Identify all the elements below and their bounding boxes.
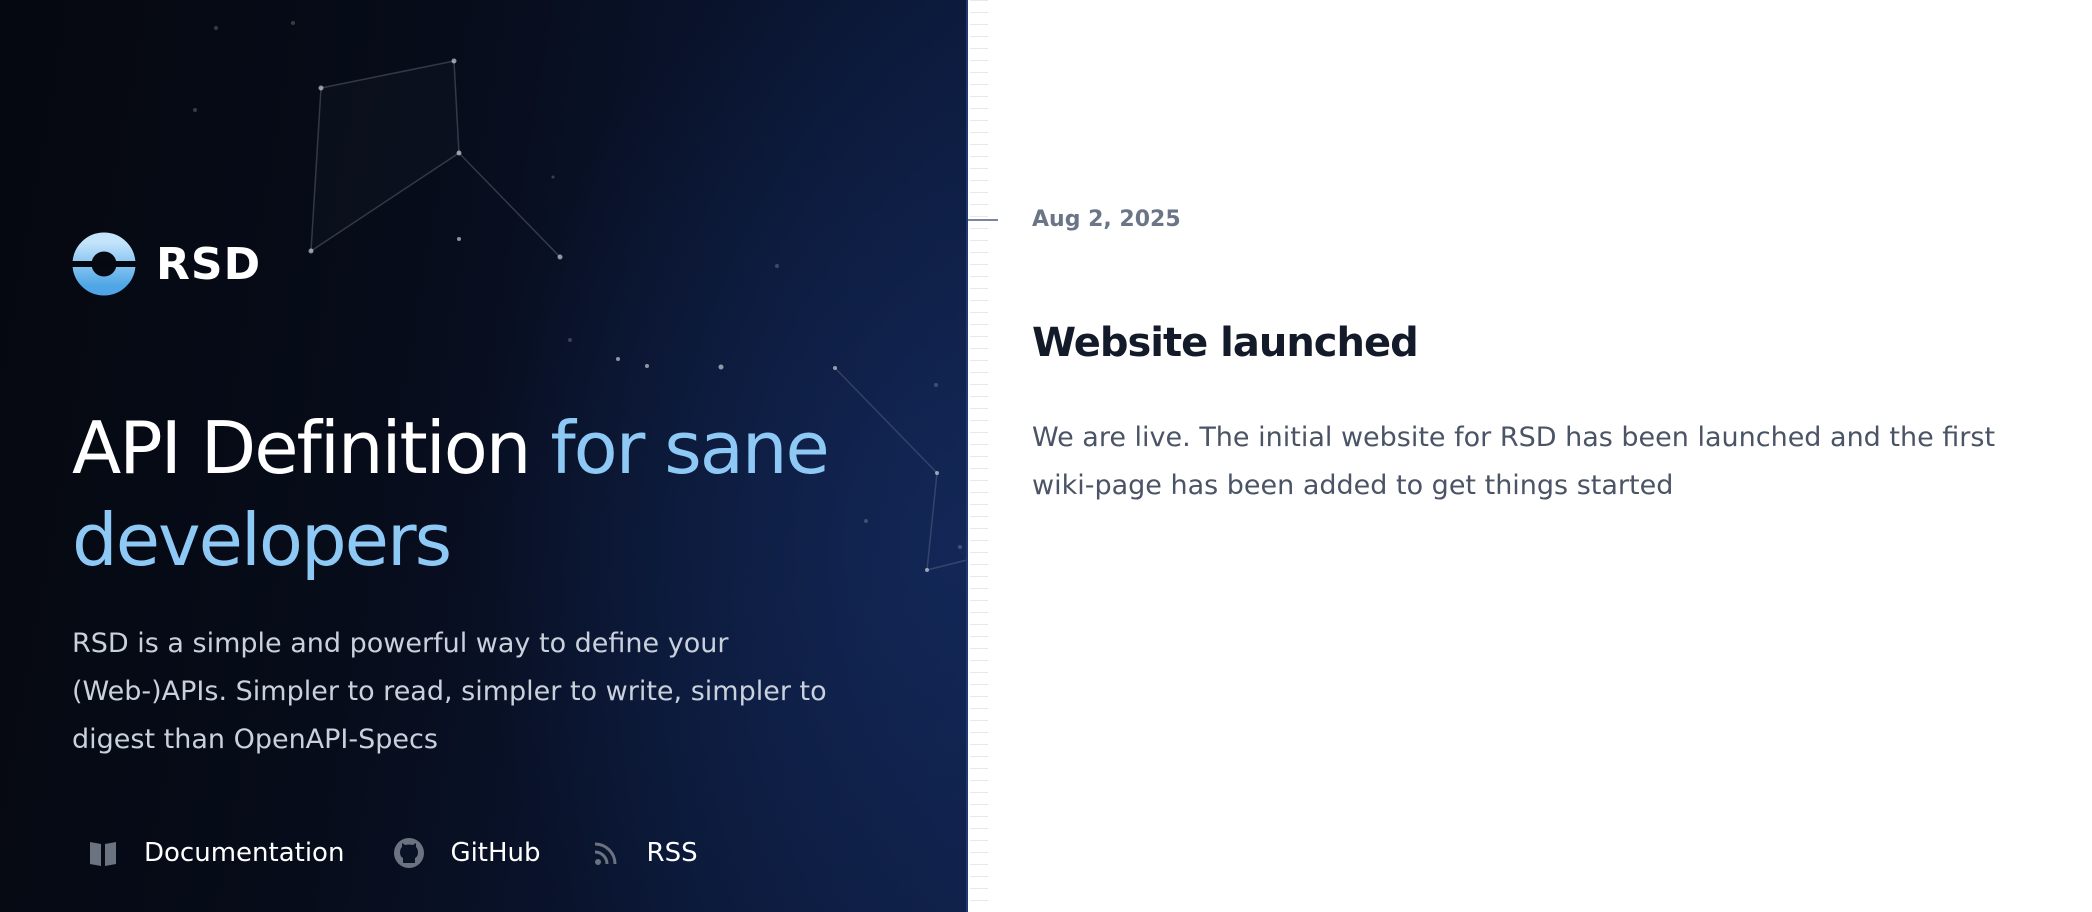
hero-description: RSD is a simple and powerful way to defi… xyxy=(72,628,827,755)
entry-date: Aug 2, 2025 xyxy=(1032,207,1181,232)
timeline-ruler xyxy=(970,0,988,912)
rsd-ring-logo-icon xyxy=(72,232,136,296)
hero-panel: RSD API Definition for sane developers R… xyxy=(0,0,967,912)
brand-name: RSD xyxy=(156,238,262,290)
page: RSD API Definition for sane developers R… xyxy=(0,0,2092,912)
github-label: GitHub xyxy=(450,838,541,868)
documentation-link[interactable]: Documentation xyxy=(86,836,344,870)
headline-main: API Definition xyxy=(72,406,531,490)
github-link[interactable]: GitHub xyxy=(392,836,541,870)
github-icon xyxy=(394,838,425,868)
entry-title: Website launched xyxy=(1032,320,1419,366)
panel-divider xyxy=(966,0,968,912)
hero-headline: API Definition for sane developers xyxy=(72,402,932,586)
hero-links: Documentation GitHub RSS xyxy=(86,836,746,870)
entry-body: We are live. The initial website for RSD… xyxy=(1032,422,1996,501)
documentation-label: Documentation xyxy=(144,838,345,868)
rss-link[interactable]: RSS xyxy=(589,836,698,870)
logo[interactable]: RSD xyxy=(72,232,261,296)
rss-label: RSS xyxy=(646,838,698,868)
book-icon xyxy=(90,842,116,866)
timeline-marker xyxy=(968,219,998,221)
rss-icon xyxy=(594,842,617,865)
